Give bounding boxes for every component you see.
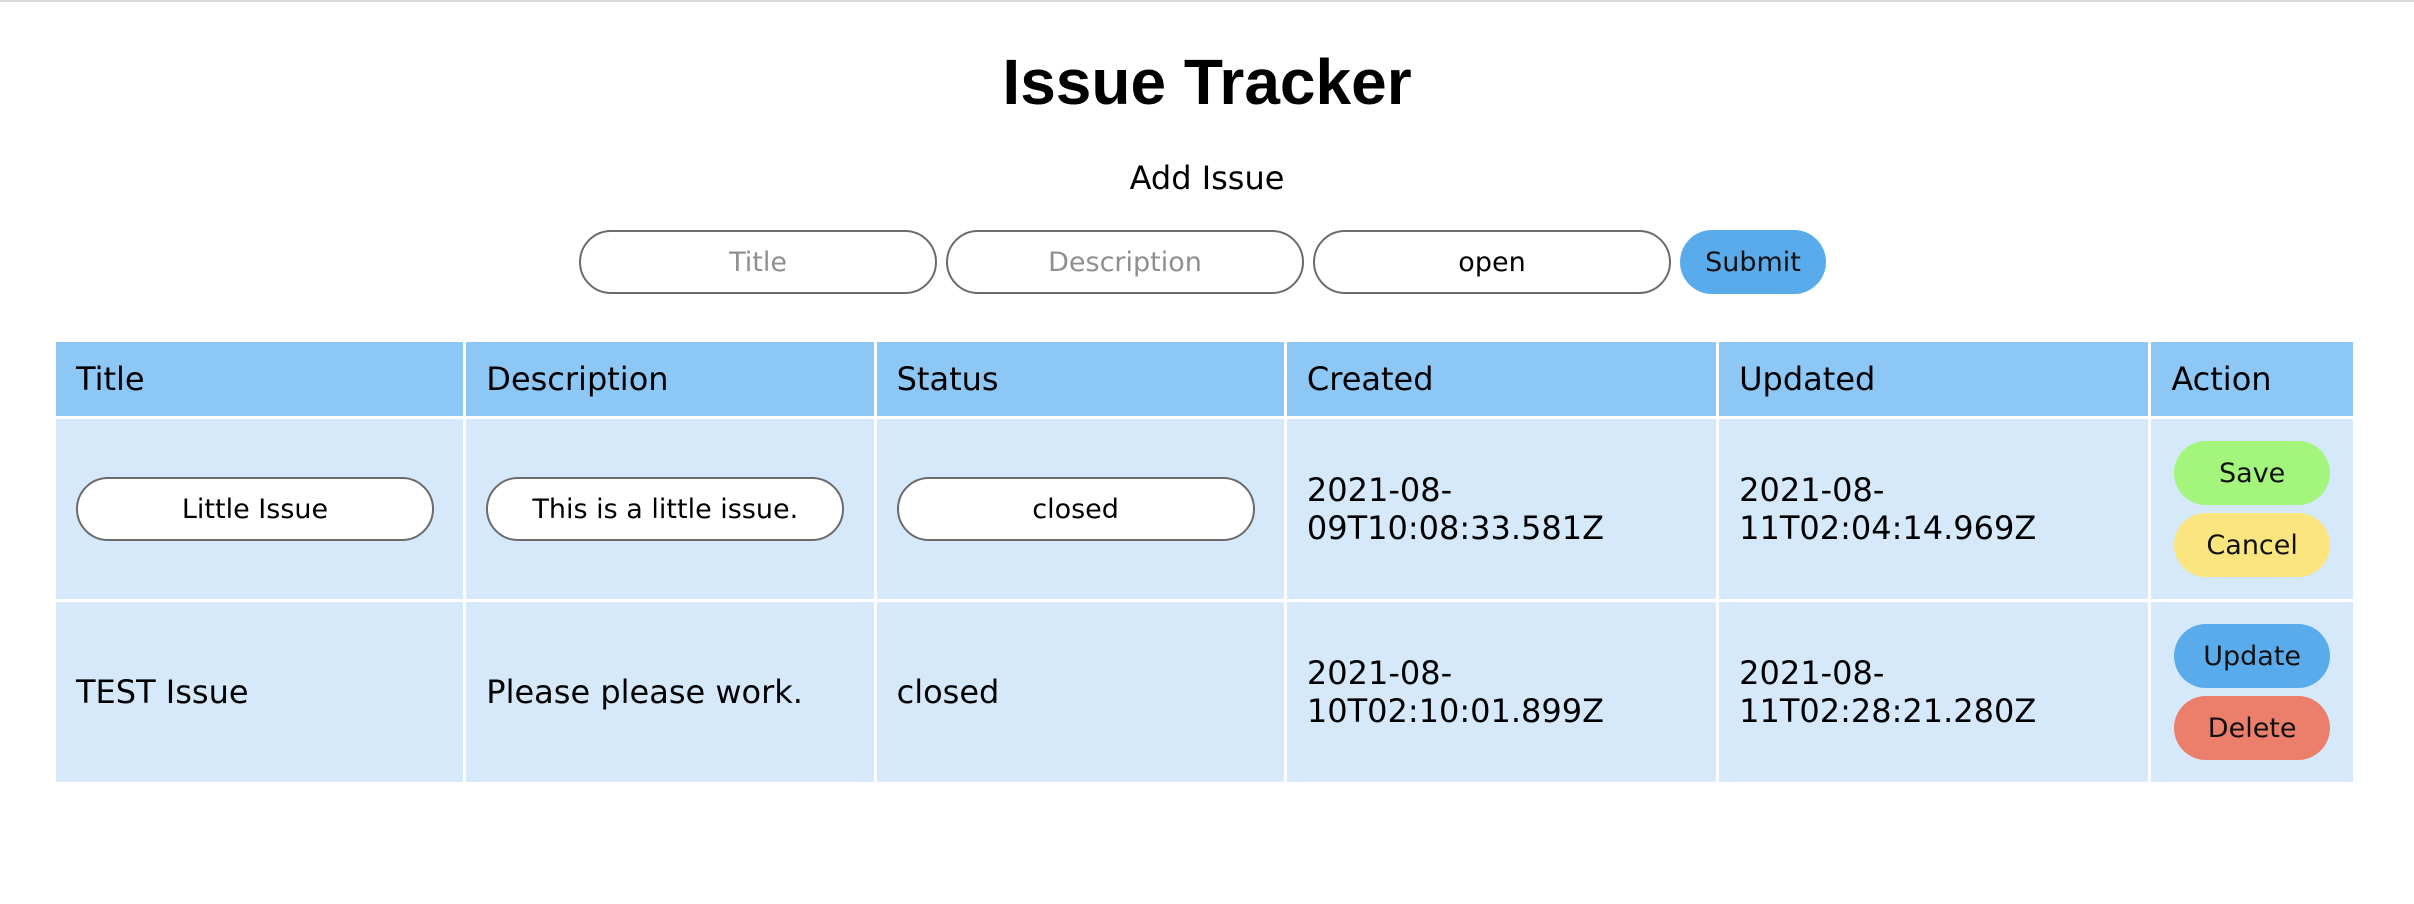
add-issue-form: Submit [579,230,1826,294]
delete-button[interactable]: Delete [2174,696,2331,760]
cell-status: closed [873,599,1287,785]
issues-table: Title Description Status Created Updated… [52,339,2356,785]
cell-created: 2021-08-10T02:10:01.899Z [1283,599,1720,785]
cell-description: Please please work. [463,599,877,785]
edit-title-input[interactable] [76,477,434,541]
edit-status-input[interactable] [896,477,1255,541]
header-row: Title Description Status Created Updated… [52,339,2356,419]
cell-created: 2021-08-09T10:08:33.581Z [1283,416,1720,602]
edit-description-input[interactable] [486,477,845,541]
header-created: Created [1283,339,1720,419]
cell-updated: 2021-08-11T02:04:14.969Z [1716,416,2152,602]
page-title: Issue Tracker [1002,46,1412,118]
update-button[interactable]: Update [2174,624,2331,688]
cell-updated: 2021-08-11T02:28:21.280Z [1716,599,2152,785]
header-description: Description [463,339,877,419]
page: Issue Tracker Add Issue Submit Title Des… [0,0,2414,904]
cell-action: Save Cancel [2148,416,2356,602]
table-row: TEST Issue Please please work. closed 20… [52,599,2356,785]
header-title: Title [52,339,467,419]
save-button[interactable]: Save [2174,441,2331,505]
cell-description [463,416,877,602]
submit-button[interactable]: Submit [1680,230,1826,294]
header-status: Status [873,339,1287,419]
cell-status [873,416,1287,602]
cancel-button[interactable]: Cancel [2174,513,2331,577]
table-body: 2021-08-09T10:08:33.581Z 2021-08-11T02:0… [52,416,2356,785]
header-action: Action [2148,339,2356,419]
cell-action: Update Delete [2148,599,2356,785]
cell-title: TEST Issue [52,599,467,785]
cell-title [52,416,467,602]
header-updated: Updated [1716,339,2152,419]
new-title-input[interactable] [579,230,937,294]
new-description-input[interactable] [946,230,1304,294]
new-status-input[interactable] [1313,230,1671,294]
add-issue-heading: Add Issue [1129,159,1285,197]
table-row-editing: 2021-08-09T10:08:33.581Z 2021-08-11T02:0… [52,416,2356,602]
table-header: Title Description Status Created Updated… [52,339,2356,419]
